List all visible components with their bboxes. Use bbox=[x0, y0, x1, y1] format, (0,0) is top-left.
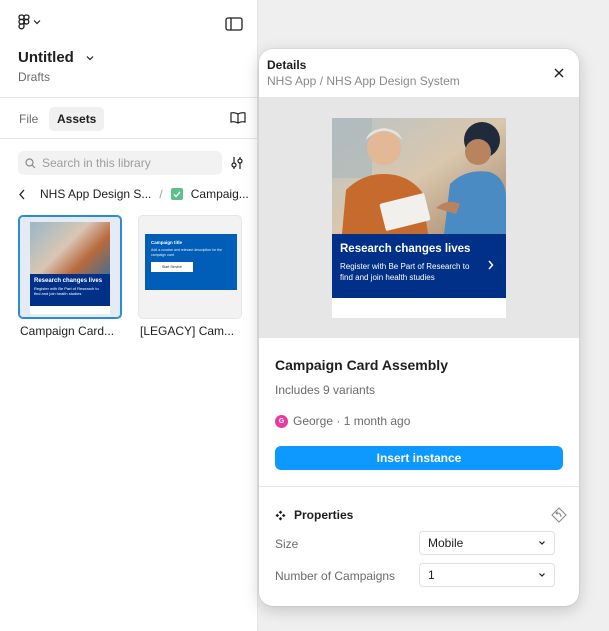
select-value: 1 bbox=[428, 568, 435, 582]
breadcrumb-library[interactable]: NHS App Design S... bbox=[40, 187, 151, 201]
breadcrumb-page[interactable]: Campaig... bbox=[191, 187, 249, 201]
asset-label: [LEGACY] Cam... bbox=[140, 324, 235, 338]
properties-header: Properties bbox=[275, 508, 353, 522]
chevron-down-icon bbox=[86, 55, 94, 60]
details-popover: Details NHS App / NHS App Design System bbox=[259, 49, 579, 606]
reset-properties-icon[interactable] bbox=[551, 507, 567, 523]
popover-title: Details bbox=[267, 58, 307, 72]
search-icon bbox=[25, 157, 36, 168]
card-title: Research changes lives bbox=[340, 243, 471, 255]
property-label-size: Size bbox=[275, 537, 299, 551]
author-meta: George · 1 month ago bbox=[293, 414, 411, 428]
property-label-number-of-campaigns: Number of Campaigns bbox=[275, 569, 396, 583]
card-text: Register with Be Part of Research to fin… bbox=[340, 262, 470, 282]
divider bbox=[259, 486, 579, 487]
insert-instance-button[interactable]: Insert instance bbox=[275, 446, 563, 470]
card-text: Register with Be Part of Research to fin… bbox=[34, 286, 99, 296]
campaign-card-preview: Research changes lives Register with Be … bbox=[30, 222, 110, 314]
divider bbox=[0, 138, 258, 139]
checkmark-icon bbox=[170, 188, 183, 200]
search-box bbox=[18, 151, 222, 175]
number-of-campaigns-select[interactable]: 1 bbox=[419, 563, 555, 587]
close-icon[interactable] bbox=[552, 66, 566, 80]
sidebar-toggle-icon[interactable] bbox=[225, 17, 243, 31]
avatar: G bbox=[275, 414, 288, 428]
filter-settings-icon[interactable] bbox=[230, 156, 244, 170]
asset-thumbnail-campaign-card[interactable]: Research changes lives Register with Be … bbox=[18, 215, 122, 319]
figma-logo-icon bbox=[18, 14, 30, 30]
chevron-right-icon bbox=[488, 260, 494, 270]
card-title: Campaign title bbox=[151, 240, 183, 245]
component-preview: Research changes lives Register with Be … bbox=[259, 97, 579, 338]
component-diamond-icon bbox=[275, 510, 286, 520]
card-photo bbox=[30, 222, 110, 274]
file-name: Untitled bbox=[18, 49, 74, 66]
size-select[interactable]: Mobile bbox=[419, 531, 555, 555]
variant-count: Includes 9 variants bbox=[275, 383, 376, 397]
author-info: G George · 1 month ago bbox=[275, 414, 410, 428]
tab-assets[interactable]: Assets bbox=[49, 107, 105, 131]
legacy-card-preview: Campaign title Add a concise and relevan… bbox=[145, 234, 237, 290]
properties-label: Properties bbox=[294, 508, 354, 522]
breadcrumb-separator: / bbox=[159, 187, 163, 201]
chevron-down-icon bbox=[33, 20, 41, 25]
card-text: Add a concise and relevant description f… bbox=[151, 248, 223, 257]
campaign-card-preview: Research changes lives Register with Be … bbox=[332, 118, 506, 318]
divider bbox=[0, 97, 258, 98]
back-chevron-icon[interactable] bbox=[18, 189, 26, 200]
main-menu-button[interactable] bbox=[18, 14, 41, 30]
library-path: NHS App / NHS App Design System bbox=[267, 74, 460, 88]
card-button: Start Service bbox=[151, 262, 193, 272]
card-banner: Research changes lives Register with Be … bbox=[332, 234, 506, 298]
card-banner: Research changes lives Register with Be … bbox=[30, 274, 110, 306]
card-title: Research changes lives bbox=[34, 278, 103, 284]
tab-file[interactable]: File bbox=[11, 107, 46, 131]
card-photo bbox=[332, 118, 506, 234]
asset-label: Campaign Card... bbox=[20, 324, 115, 338]
left-sidebar: Untitled Drafts File Assets NHS App Desi… bbox=[0, 0, 258, 631]
library-book-icon[interactable] bbox=[230, 111, 246, 124]
search-input[interactable] bbox=[42, 156, 212, 170]
file-location: Drafts bbox=[18, 70, 51, 84]
chevron-down-icon bbox=[539, 541, 545, 545]
chevron-down-icon bbox=[539, 573, 545, 577]
file-title-button[interactable]: Untitled bbox=[18, 49, 94, 66]
component-name: Campaign Card Assembly bbox=[275, 357, 448, 373]
select-value: Mobile bbox=[428, 536, 464, 550]
asset-thumbnail-legacy-campaign[interactable]: Campaign title Add a concise and relevan… bbox=[138, 215, 242, 319]
breadcrumb: NHS App Design S... / Campaig... bbox=[18, 187, 249, 201]
